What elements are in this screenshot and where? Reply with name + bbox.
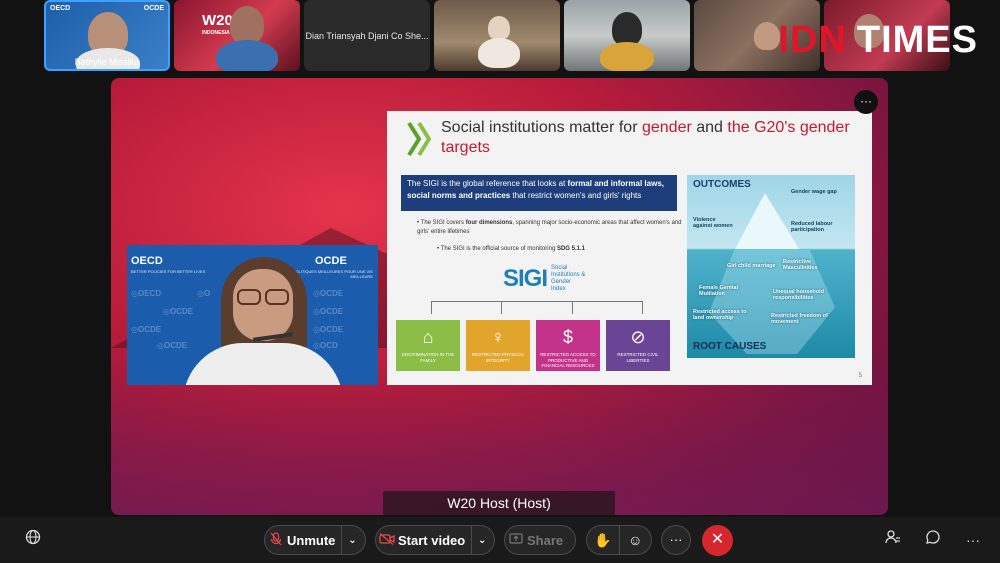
iceberg-label: Female Genital Mutilation xyxy=(699,285,739,297)
participant-tile-5[interactable] xyxy=(564,0,690,71)
participant-name: Dian Triansyah Djani Co She... xyxy=(305,30,429,41)
participant-tile-2[interactable]: W20 INDONESIA xyxy=(174,0,300,71)
participants-icon[interactable] xyxy=(882,529,904,551)
chevron-down-icon[interactable]: ⌄ xyxy=(472,535,492,546)
more-options-icon[interactable]: ··· xyxy=(661,525,691,555)
shared-screen-stage: ··· Social institutions matter for gende… xyxy=(111,78,888,515)
share-button[interactable]: Share xyxy=(504,525,576,555)
outcomes-heading: OUTCOMES xyxy=(693,179,751,190)
dimension-family: ⌂ DISCRIMINATION IN THE FAMILY xyxy=(396,320,460,371)
dimension-physical-integrity: ♀ RESTRICTED PHYSICAL INTEGRITY xyxy=(466,320,530,371)
dimension-tree-lines xyxy=(431,301,643,316)
sigi-reference-box: The SIGI is the global reference that lo… xyxy=(401,175,677,211)
w20-logo-subtitle: INDONESIA xyxy=(202,30,230,36)
iceberg-graphic: OUTCOMES Gender wage gap Violence agains… xyxy=(687,175,855,358)
unmute-button[interactable]: Unmute ⌄ xyxy=(264,525,366,555)
double-chevron-icon xyxy=(407,121,432,157)
iceberg-label: Unequal household responsibilities xyxy=(773,289,825,301)
oecd-logo: OECD xyxy=(50,5,71,12)
speaker-video[interactable]: ◎OECD ◎O ◎OCDE ◎OCDE ◎OCDE ◎OCDE ◎OCDE ◎… xyxy=(127,245,378,385)
participant-body xyxy=(478,38,520,68)
slide-page-number: 5 xyxy=(858,373,862,379)
idn-times-logo: IDN TIMES xyxy=(778,19,978,61)
start-video-label: Start video xyxy=(398,532,466,548)
bullet-sdg: • The SIGI is the official source of mon… xyxy=(437,246,585,252)
prohibited-icon: ⊘ xyxy=(630,327,646,347)
participant-body xyxy=(216,40,278,71)
reactions-group: ✋ ☺ xyxy=(586,525,652,555)
participant-tile-4[interactable] xyxy=(434,0,560,71)
dimension-resources: $ RESTRICTED ACCESS TO PRODUCTIVE AND FIN… xyxy=(536,320,600,371)
participant-tile-1[interactable]: OECD OCDE Bathylle Missika xyxy=(44,0,170,71)
start-video-button[interactable]: Start video ⌄ xyxy=(375,525,495,555)
unmute-label: Unmute xyxy=(287,532,336,548)
oecd-logo: OECD xyxy=(131,255,163,267)
raise-hand-icon[interactable]: ✋ xyxy=(587,532,619,549)
leave-meeting-button[interactable]: ✕ xyxy=(702,525,733,556)
money-icon: $ xyxy=(562,327,573,347)
person-icon: ♀ xyxy=(491,327,505,347)
presentation-slide: Social institutions matter for gender an… xyxy=(387,111,872,385)
iceberg-label: Gender wage gap xyxy=(791,189,837,195)
iceberg-label: Restricted access to land ownership xyxy=(693,309,747,321)
participant-video xyxy=(612,12,642,46)
more-options-button[interactable]: ··· xyxy=(854,90,878,114)
participant-video xyxy=(488,16,510,40)
muted-mic-icon xyxy=(265,531,287,549)
globe-icon[interactable] xyxy=(22,529,44,551)
root-causes-heading: ROOT CAUSES xyxy=(693,341,767,352)
participant-name: Bathylle Missika xyxy=(74,57,140,67)
family-icon: ⌂ xyxy=(422,327,434,347)
more-menu-icon[interactable]: ··· xyxy=(962,529,984,551)
iceberg-label: Restrictive Masculinities xyxy=(783,259,818,271)
chevron-down-icon[interactable]: ⌄ xyxy=(342,535,362,546)
iceberg-label: Girl child marriage xyxy=(727,263,776,269)
meeting-toolbar: Unmute ⌄ Start video ⌄ Share ✋ ☺ ··· ✕ ·… xyxy=(0,517,1000,563)
participant-video xyxy=(754,22,780,50)
w20-logo: W20 xyxy=(202,12,233,29)
iceberg-label: Reduced labour participation xyxy=(791,221,833,233)
chat-icon[interactable] xyxy=(922,529,944,551)
ocde-logo: OCDE xyxy=(143,5,164,12)
dimension-civil-liberties: ⊘ RESTRICTED CIVIL LIBERTIES xyxy=(606,320,670,371)
speaker-glasses xyxy=(237,289,289,305)
share-icon xyxy=(505,532,527,548)
host-name-label: W20 Host (Host) xyxy=(383,491,615,515)
video-off-icon xyxy=(376,532,398,548)
share-label: Share xyxy=(527,532,564,548)
participant-tile-3[interactable]: Dian Triansyah Djani Co She... xyxy=(304,0,430,71)
oecd-tagline: BETTER POLICIES FOR BETTER LIVES xyxy=(131,269,206,274)
sigi-logo: SIGI Social Institutions & Gender Index xyxy=(503,265,586,292)
participant-body xyxy=(600,42,654,71)
participant-video xyxy=(230,6,264,44)
dimension-tiles: ⌂ DISCRIMINATION IN THE FAMILY ♀ RESTRICTE… xyxy=(396,320,670,371)
iceberg-label: Restricted freedom of movement xyxy=(771,313,828,325)
ocde-logo: OCDE xyxy=(315,255,347,267)
slide-title: Social institutions matter for gender an… xyxy=(441,119,850,156)
iceberg-label: Violence against women xyxy=(693,217,733,229)
emoji-icon[interactable]: ☺ xyxy=(619,532,651,548)
bullet-four-dimensions: • The SIGI covers four dimensions, spann… xyxy=(417,220,682,235)
